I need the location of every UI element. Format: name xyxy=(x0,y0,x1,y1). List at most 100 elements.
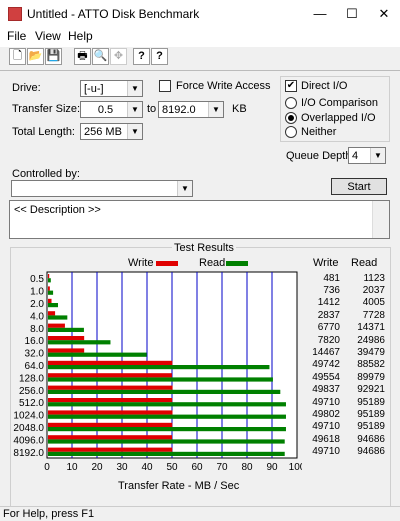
transfer-size-to-select[interactable]: 8192.0 ▼ xyxy=(158,101,224,118)
print-icon[interactable]: 🖶 xyxy=(74,48,91,65)
y-tick-label: 64.0 xyxy=(25,361,45,372)
write-legend-swatch xyxy=(156,261,178,266)
write-bar xyxy=(48,373,172,378)
write-bar xyxy=(48,435,173,440)
direct-io-label: Direct I/O xyxy=(301,80,348,92)
write-value: 14467 xyxy=(312,347,340,359)
read-value: 95189 xyxy=(357,409,385,421)
drive-label: Drive: xyxy=(12,82,41,94)
controlled-by-label: Controlled by: xyxy=(12,168,80,180)
queue-depth-value: 4 xyxy=(352,149,359,162)
description-scrollbar[interactable] xyxy=(372,201,389,238)
save-icon[interactable]: 💾 xyxy=(45,48,62,65)
write-value: 736 xyxy=(323,285,340,297)
table-row: 1412 4005 xyxy=(300,297,390,309)
x-tick-label: 20 xyxy=(91,462,103,473)
table-row: 49710 95189 xyxy=(300,396,390,408)
start-button[interactable]: Start xyxy=(331,178,387,195)
chevron-down-icon[interactable]: ▼ xyxy=(127,81,142,96)
direct-io-checkbox[interactable]: ✔ xyxy=(285,80,297,92)
help-icon[interactable]: ? xyxy=(133,48,150,65)
chevron-down-icon[interactable]: ▼ xyxy=(370,148,385,163)
read-bar xyxy=(48,352,147,357)
queue-depth-select[interactable]: 4 ▼ xyxy=(348,147,386,164)
x-tick-label: 70 xyxy=(216,462,228,473)
read-value: 95189 xyxy=(357,421,385,433)
maximize-button[interactable]: ☐ xyxy=(336,0,368,27)
read-value: 4005 xyxy=(362,297,385,309)
write-value: 49742 xyxy=(312,359,340,371)
table-row: 6770 14371 xyxy=(300,322,390,334)
y-tick-label: 1024.0 xyxy=(13,411,44,422)
table-row: 481 1123 xyxy=(300,272,390,284)
total-length-select[interactable]: 256 MB ▼ xyxy=(80,123,143,140)
open-folder-icon[interactable]: 📂 xyxy=(27,48,44,65)
move-icon[interactable]: ✥ xyxy=(110,48,127,65)
table-row: 49618 94686 xyxy=(300,433,390,445)
y-tick-label: 4.0 xyxy=(30,311,44,322)
write-bar xyxy=(48,360,173,365)
drive-value: [-u-] xyxy=(84,82,104,95)
write-value: 49710 xyxy=(312,421,340,433)
table-row: 49710 95189 xyxy=(300,421,390,433)
chevron-down-icon[interactable]: ▼ xyxy=(177,181,192,196)
read-bar xyxy=(48,377,273,382)
read-bar xyxy=(48,290,54,295)
write-bar xyxy=(48,336,85,341)
neither-radio[interactable] xyxy=(285,126,297,138)
description-text: << Description >> xyxy=(14,204,101,216)
write-bar xyxy=(48,323,65,328)
read-bar xyxy=(48,303,59,308)
toolbar-divider xyxy=(0,70,400,71)
io-comparison-radio[interactable] xyxy=(285,97,297,109)
menu-file[interactable]: File xyxy=(7,29,26,43)
drive-select[interactable]: [-u-] ▼ xyxy=(80,80,143,97)
menu-help[interactable]: Help xyxy=(68,29,93,43)
chevron-down-icon[interactable]: ▼ xyxy=(127,102,142,117)
write-value: 49618 xyxy=(312,433,340,445)
write-value: 49837 xyxy=(312,384,340,396)
close-button[interactable]: ✕ xyxy=(368,0,400,27)
read-value: 1123 xyxy=(363,272,385,284)
read-value: 39479 xyxy=(357,347,385,359)
force-write-checkbox[interactable] xyxy=(159,80,171,92)
y-tick-label: 1.0 xyxy=(30,287,44,298)
print-preview-icon[interactable]: 🔍 xyxy=(92,48,109,65)
write-bar xyxy=(48,422,173,427)
write-value: 7820 xyxy=(317,334,340,346)
to-label: to xyxy=(147,103,157,115)
read-bar xyxy=(48,340,111,345)
overlapped-io-radio[interactable] xyxy=(285,112,297,124)
read-bar xyxy=(48,315,68,320)
write-bar xyxy=(48,348,85,353)
read-value: 24986 xyxy=(357,334,385,346)
chevron-down-icon[interactable]: ▼ xyxy=(208,102,223,117)
overlapped-io-label: Overlapped I/O xyxy=(301,112,376,124)
force-write-label: Force Write Access xyxy=(176,80,271,92)
results-chart: 01020304050607080901000.51.02.04.08.016.… xyxy=(13,271,302,473)
write-bar xyxy=(48,286,50,291)
transfer-size-from-select[interactable]: 0.5 ▼ xyxy=(80,101,143,118)
menu-view[interactable]: View xyxy=(35,29,61,43)
write-value: 1412 xyxy=(317,297,340,309)
read-value: 14371 xyxy=(357,322,385,334)
read-bar xyxy=(48,327,84,332)
read-value: 92921 xyxy=(357,384,385,396)
new-file-icon[interactable]: 🗋 xyxy=(9,48,26,65)
read-legend-swatch xyxy=(226,261,248,266)
controlled-by-select[interactable]: ▼ xyxy=(11,180,193,197)
transfer-size-label: Transfer Size: xyxy=(12,103,81,115)
minimize-button[interactable]: — xyxy=(304,0,336,27)
x-tick-label: 30 xyxy=(116,462,128,473)
write-bar xyxy=(48,298,52,303)
y-tick-label: 0.5 xyxy=(30,274,44,285)
table-row: 49802 95189 xyxy=(300,408,390,420)
read-bar xyxy=(48,278,51,283)
chevron-down-icon[interactable]: ▼ xyxy=(127,124,142,139)
write-bar xyxy=(48,447,173,452)
table-row: 49554 89979 xyxy=(300,371,390,383)
description-textarea[interactable]: << Description >> xyxy=(9,200,390,239)
write-value: 49554 xyxy=(312,371,340,383)
context-help-icon[interactable]: ? xyxy=(151,48,168,65)
x-tick-label: 80 xyxy=(241,462,253,473)
